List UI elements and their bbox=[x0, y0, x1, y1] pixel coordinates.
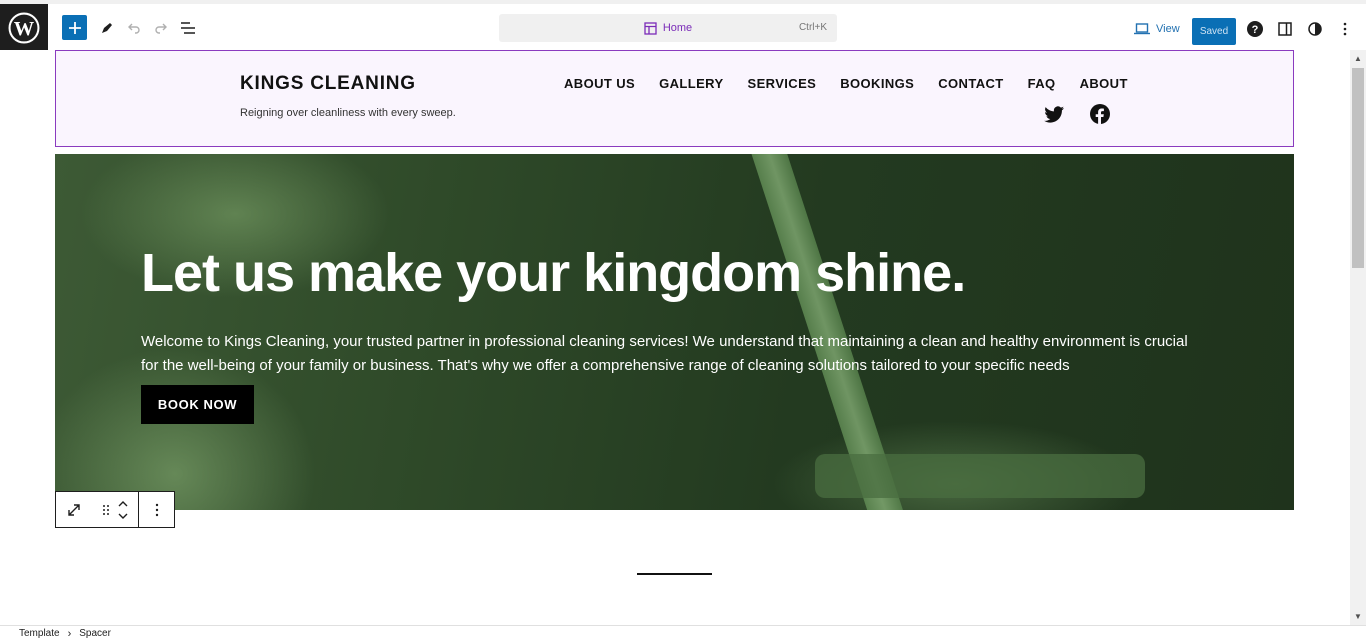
help-button[interactable]: ? bbox=[1243, 17, 1267, 41]
drag-handle-icon[interactable] bbox=[102, 504, 110, 516]
nav-item-bookings[interactable]: BOOKINGS bbox=[840, 76, 914, 91]
document-title-label: Home bbox=[662, 22, 693, 34]
block-options-button[interactable] bbox=[138, 492, 174, 527]
view-label: View bbox=[1156, 23, 1180, 35]
editor-top-toolbar: W Home Ctrl+K View Saved ? bbox=[0, 0, 1366, 52]
options-button[interactable] bbox=[1333, 17, 1357, 41]
breadcrumb-item-template[interactable]: Template bbox=[19, 628, 60, 639]
saved-button[interactable]: Saved bbox=[1192, 18, 1236, 45]
undo-button[interactable] bbox=[119, 13, 149, 43]
editor-canvas: KINGS CLEANING Reigning over cleanliness… bbox=[0, 50, 1350, 625]
view-button[interactable]: View bbox=[1134, 17, 1180, 41]
styles-button[interactable] bbox=[1303, 17, 1327, 41]
site-header-block[interactable]: KINGS CLEANING Reigning over cleanliness… bbox=[55, 50, 1294, 147]
svg-text:W: W bbox=[14, 18, 35, 40]
move-up-down-icon[interactable] bbox=[118, 500, 128, 520]
nav-item-contact[interactable]: CONTACT bbox=[938, 76, 1003, 91]
hero-heading[interactable]: Let us make your kingdom shine. bbox=[141, 242, 966, 304]
scroll-up-arrow-icon[interactable]: ▲ bbox=[1354, 54, 1362, 63]
layout-icon bbox=[644, 21, 657, 35]
social-icons bbox=[1043, 103, 1111, 125]
twitter-icon[interactable] bbox=[1043, 103, 1065, 125]
plus-icon bbox=[68, 21, 81, 34]
site-tagline[interactable]: Reigning over cleanliness with every swe… bbox=[240, 107, 456, 119]
list-view-icon bbox=[181, 22, 195, 34]
breadcrumb-item-spacer[interactable]: Spacer bbox=[79, 628, 111, 639]
book-now-button[interactable]: BOOK NOW bbox=[141, 385, 254, 424]
more-vertical-icon bbox=[155, 503, 158, 516]
wordpress-logo-button[interactable]: W bbox=[0, 4, 48, 52]
chevron-right-icon: › bbox=[67, 627, 72, 640]
sidebar-icon bbox=[1278, 22, 1292, 36]
contrast-icon bbox=[1308, 22, 1322, 36]
help-icon: ? bbox=[1247, 21, 1263, 37]
resize-icon bbox=[68, 503, 80, 516]
document-title: Home bbox=[644, 21, 693, 35]
block-toolbar bbox=[55, 491, 175, 528]
navigation-menu: ABOUT US GALLERY SERVICES BOOKINGS CONTA… bbox=[564, 76, 1128, 91]
move-controls bbox=[92, 492, 138, 527]
nav-item-about[interactable]: ABOUT bbox=[1080, 76, 1128, 91]
pencil-icon bbox=[102, 23, 112, 33]
svg-text:?: ? bbox=[1252, 24, 1259, 36]
document-overview-button[interactable] bbox=[173, 13, 203, 43]
scroll-thumb[interactable] bbox=[1352, 68, 1364, 268]
block-breadcrumb: Template › Spacer bbox=[0, 625, 1366, 641]
tools-button[interactable] bbox=[92, 13, 122, 43]
site-title[interactable]: KINGS CLEANING bbox=[240, 73, 416, 95]
nav-item-faq[interactable]: FAQ bbox=[1028, 76, 1056, 91]
nav-item-services[interactable]: SERVICES bbox=[748, 76, 817, 91]
separator-block[interactable] bbox=[637, 573, 712, 575]
hero-cover-block[interactable]: Let us make your kingdom shine. Welcome … bbox=[55, 154, 1294, 510]
nav-item-gallery[interactable]: GALLERY bbox=[659, 76, 723, 91]
scroll-down-arrow-icon[interactable]: ▼ bbox=[1354, 612, 1362, 621]
settings-sidebar-button[interactable] bbox=[1273, 17, 1297, 41]
command-palette-bar[interactable]: Home Ctrl+K bbox=[499, 14, 837, 42]
redo-button[interactable] bbox=[146, 13, 176, 43]
laptop-icon bbox=[1134, 23, 1150, 35]
hero-paragraph[interactable]: Welcome to Kings Cleaning, your trusted … bbox=[141, 330, 1201, 378]
more-vertical-icon bbox=[1343, 22, 1347, 36]
facebook-icon[interactable] bbox=[1089, 103, 1111, 125]
canvas-scrollbar[interactable]: ▲ ▼ bbox=[1350, 50, 1366, 625]
undo-icon bbox=[128, 23, 140, 34]
redo-icon bbox=[155, 23, 167, 34]
transform-block-button[interactable] bbox=[56, 492, 92, 527]
shortcut-hint: Ctrl+K bbox=[798, 22, 827, 33]
nav-item-about-us[interactable]: ABOUT US bbox=[564, 76, 635, 91]
wordpress-icon: W bbox=[8, 12, 40, 44]
hero-background-shape bbox=[815, 454, 1145, 498]
add-block-button[interactable] bbox=[62, 15, 87, 40]
